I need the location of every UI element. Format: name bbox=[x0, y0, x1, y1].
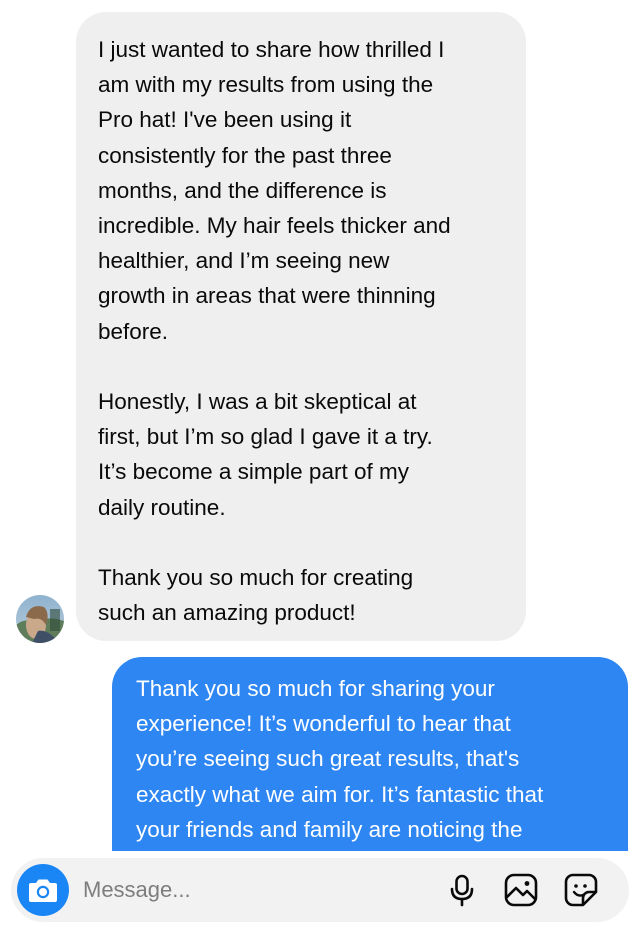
chat-screen: I just wanted to share how thrilled I am… bbox=[0, 0, 640, 942]
avatar-image bbox=[16, 595, 64, 643]
camera-button[interactable] bbox=[17, 864, 69, 916]
sticker-icon[interactable] bbox=[563, 872, 599, 908]
message-composer bbox=[11, 858, 629, 922]
incoming-message-paragraph: Honestly, I was a bit skeptical at first… bbox=[98, 389, 433, 520]
incoming-message-bubble[interactable]: I just wanted to share how thrilled I am… bbox=[76, 12, 526, 641]
avatar[interactable] bbox=[16, 595, 64, 643]
camera-icon bbox=[29, 879, 57, 902]
incoming-message-paragraph: Thank you so much for creating such an a… bbox=[98, 565, 414, 626]
gallery-icon[interactable] bbox=[503, 872, 539, 908]
outgoing-message-text: Thank you so much for sharing your exper… bbox=[136, 676, 544, 842]
message-input[interactable] bbox=[83, 872, 423, 908]
microphone-icon[interactable] bbox=[444, 872, 480, 908]
incoming-message-paragraph: I just wanted to share how thrilled I am… bbox=[98, 37, 451, 344]
